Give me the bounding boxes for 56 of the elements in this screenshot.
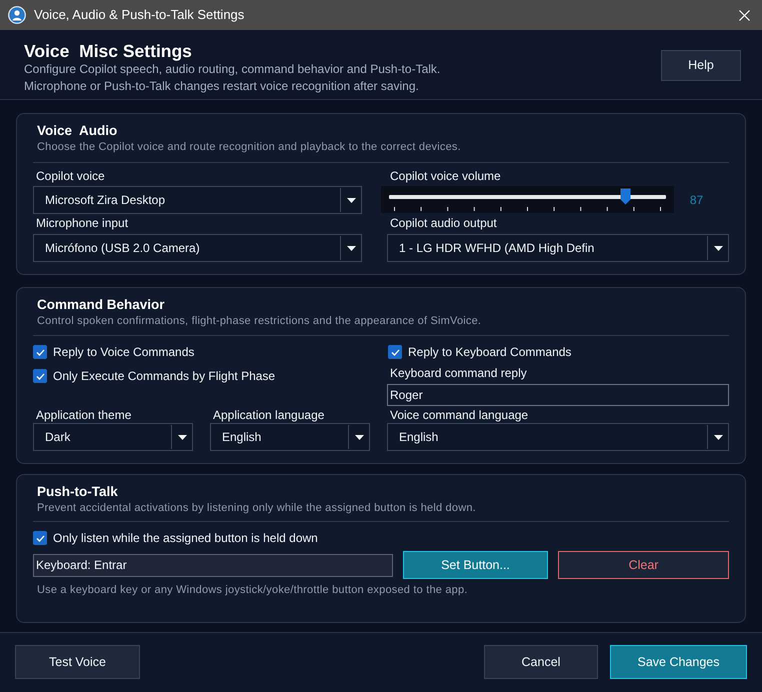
checkmark-icon — [36, 534, 44, 542]
dropdown[interactable]: 1 - LG HDR WFHD (AMD High Defin — [387, 234, 729, 262]
dropdown[interactable]: English — [387, 423, 729, 451]
app-logo-icon — [8, 6, 26, 24]
section-title: Push-to-Talk — [36, 483, 119, 501]
checkmark-icon — [36, 372, 44, 380]
field-label: Copilot voice volume — [389, 169, 502, 183]
volume-value: 87 — [688, 192, 704, 208]
section-description: Control spoken confirmations, flight-phase restrictions and the appearance of SimVoice. — [36, 314, 482, 328]
checkbox-label: Reply to Voice Commands — [53, 344, 194, 361]
slider-thumb[interactable] — [620, 188, 632, 205]
checkbox-label: Only Execute Commands by Flight Phase — [53, 368, 276, 385]
section-title: Voice Audio — [36, 122, 118, 140]
field-label: Voice command language — [389, 408, 530, 422]
help-button[interactable]: Help — [661, 50, 741, 81]
page-subtitle: Configure Copilot speech, audio routing, command behavior and Push-to-Talk. — [24, 62, 440, 77]
field-label: Microphone input — [35, 216, 130, 230]
section-title: Command Behavior — [36, 296, 166, 314]
checkbox[interactable] — [388, 345, 402, 359]
caret-icon — [346, 246, 356, 250]
caret-icon — [354, 434, 364, 440]
clear-button[interactable]: Clear — [558, 551, 729, 579]
checkbox[interactable] — [33, 369, 47, 383]
page-title: Voice Misc Settings — [24, 41, 193, 62]
dropdown[interactable]: English — [210, 423, 370, 451]
field-label: Copilot voice — [35, 169, 106, 183]
test-voice-button[interactable]: Test Voice — [15, 645, 140, 679]
caret-icon — [178, 434, 186, 440]
caret-icon — [714, 246, 722, 250]
checkbox-label: Only listen while the assigned button is held down — [53, 530, 318, 547]
dropdown[interactable]: Dark — [33, 423, 193, 451]
field-label: Keyboard command reply — [389, 366, 528, 380]
key-binding-field[interactable]: Keyboard: Entrar — [33, 554, 393, 576]
window-title: Voice, Audio & Push-to-Talk Settings — [34, 6, 244, 24]
section-description: Prevent accidental activations by listening only while the assigned button is held down. — [36, 501, 477, 515]
checkbox[interactable] — [33, 531, 47, 545]
checkbox-label: Reply to Keyboard Commands — [408, 344, 572, 361]
field-label: Application language — [212, 408, 326, 422]
close-icon[interactable] — [739, 10, 750, 20]
field-label: Application theme — [35, 408, 132, 422]
checkmark-icon — [36, 348, 44, 356]
caret-icon — [346, 198, 356, 202]
checkbox[interactable] — [33, 345, 47, 359]
page-subtitle: Microphone or Push-to-Talk changes restart voice recognition after saving. — [24, 79, 420, 94]
save-button[interactable]: Save Changes — [610, 645, 747, 679]
volume-slider[interactable] — [389, 188, 666, 205]
dropdown[interactable]: Micrófono (USB 2.0 Camera) — [33, 234, 362, 262]
text-input[interactable]: Roger — [387, 384, 729, 406]
hint-text: Use a keyboard key or any Windows joystick/yoke/throttle button exposed to the app. — [36, 583, 469, 597]
section-description: Choose the Copilot voice and route recognition and playback to the correct devices. — [36, 140, 462, 154]
dropdown[interactable]: Microsoft Zira Desktop — [33, 186, 362, 214]
caret-icon — [714, 434, 722, 440]
set-button[interactable]: Set Button... — [403, 551, 548, 579]
field-label: Copilot audio output — [389, 216, 498, 230]
cancel-button[interactable]: Cancel — [484, 645, 598, 679]
checkmark-icon — [390, 348, 400, 356]
